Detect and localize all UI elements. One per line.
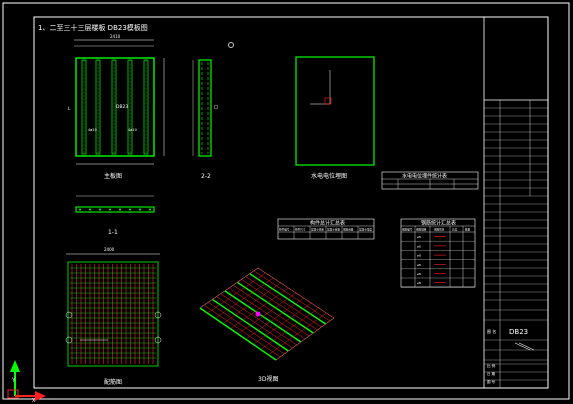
iso-rebar-cross [222,282,281,324]
water-elec-table: 水电电位埋件统计表 [381,171,479,190]
rebar-dot [149,208,151,211]
reinf-plan-top-dim: 2400 [104,247,115,252]
section-marker-icon [228,42,234,48]
water-elec-view: 水电电位埋图 [295,56,375,180]
cad-drawing-canvas[interactable]: 1、二至三十三层楼板 DB23模板图 2410 L DB23 4ø10 4ø10… [0,0,573,404]
iso-rebar-cross [207,272,266,314]
iso-rebar-cross [268,312,327,355]
rebar-spec-cell: ø8 [417,281,421,285]
water-elec-table-title: 水电电位埋件统计表 [402,173,447,180]
reinforcement-plan-view: 2400 配筋图 [65,247,162,386]
component-header-2: 混凝土体积 [311,228,324,232]
section-2-2-caption: 2-2 [201,173,211,180]
rebar-header-3: 长度 [452,228,458,232]
title-block-scale-label: 比 例 [487,363,496,368]
rebar-spec-cell: ø8 [417,254,421,258]
component-header-4: 钢筋用量 [343,228,354,232]
component-table-title: 构件总计汇总表 [310,220,345,227]
three-d-view: 3D视图 [199,267,335,383]
top-plan-bottom-label-2: 4ø10 [128,128,137,132]
rebar-dot [139,208,141,211]
rebar-spec-cell: ø8 [417,235,421,239]
top-plan-mid-label: DB23 [116,104,128,110]
component-table: 构件总计汇总表 构件编号 构件尺寸 混凝土体积 混凝土重量 钢筋用量 混凝土强度 [277,218,375,240]
iso-rebar-cross [245,297,304,340]
rebar-dot [89,208,91,211]
rebar-spec-cell: ø8 [417,263,421,267]
iso-rebar-cross [253,302,312,345]
rebar-spec-cell: ø8 [417,244,421,248]
rebar-table: 钢筋统计汇总表 钢筋编号 钢筋规格 钢筋形状 长度 数量 ø8 ø8 ø8 ø8 ø8 ø… [400,218,476,288]
section-2-2-view: 2-2 [192,59,219,180]
iso-rebar-cross [230,287,289,329]
component-header-1: 构件尺寸 [295,228,306,232]
ucs-axis-icon[interactable]: Y X [7,360,46,404]
title-block-drawing-no-label: 图 名 [487,328,496,334]
rebar-header-1: 钢筋规格 [416,228,427,232]
iso-rebar-cross [260,307,319,350]
title-block-date-label: 日 期 [487,371,496,376]
iso-rebar-cross [199,267,259,309]
rebar-spec-cell: ø8 [417,272,421,276]
rebar-dot [79,208,81,211]
rebar-dot [129,208,131,211]
reinf-plan-caption: 配筋图 [104,378,122,386]
iso-rebar-cross [237,292,297,335]
rebar-header-4: 数量 [465,228,471,232]
three-d-caption: 3D视图 [258,375,278,383]
iso-rebar-cross [215,277,274,319]
section-1-1-caption: 1-1 [108,229,118,236]
component-header-3: 混凝土重量 [327,228,340,232]
rebar-table-title: 钢筋统计汇总表 [421,220,456,227]
ucs-x-label: X [32,398,36,404]
title-block-drawing-no: DB23 [509,328,528,336]
rebar-dot [109,208,111,211]
top-plan-overall-dim: 2410 [110,34,121,39]
rebar-dot [119,208,121,211]
inner-frame [33,16,549,389]
ucs-y-label: Y [11,377,16,384]
sheet-title: 1、二至三十三层楼板 DB23模板图 [38,23,148,32]
component-header-5: 混凝土强度 [359,228,372,232]
top-plan-left-dim: L [68,106,71,111]
title-block-sheet-label: 图 号 [487,379,496,384]
water-elec-caption: 水电电位埋图 [311,172,347,180]
top-plan-caption: 主板图 [104,172,122,180]
title-block: 图 名 DB23 比 例 日 期 图 号 [483,16,549,389]
rebar-header-0: 钢筋编号 [402,228,413,232]
component-header-0: 构件编号 [279,228,290,232]
section-1-1-view: 1-1 [75,195,155,236]
rebar-dot [99,208,101,211]
iso-rebar-cross [275,317,335,361]
top-plan-view: 2410 L DB23 4ø10 4ø10 主板图 [68,34,165,180]
rebar-header-2: 钢筋形状 [434,228,445,232]
top-plan-bottom-label-1: 4ø10 [88,128,97,132]
